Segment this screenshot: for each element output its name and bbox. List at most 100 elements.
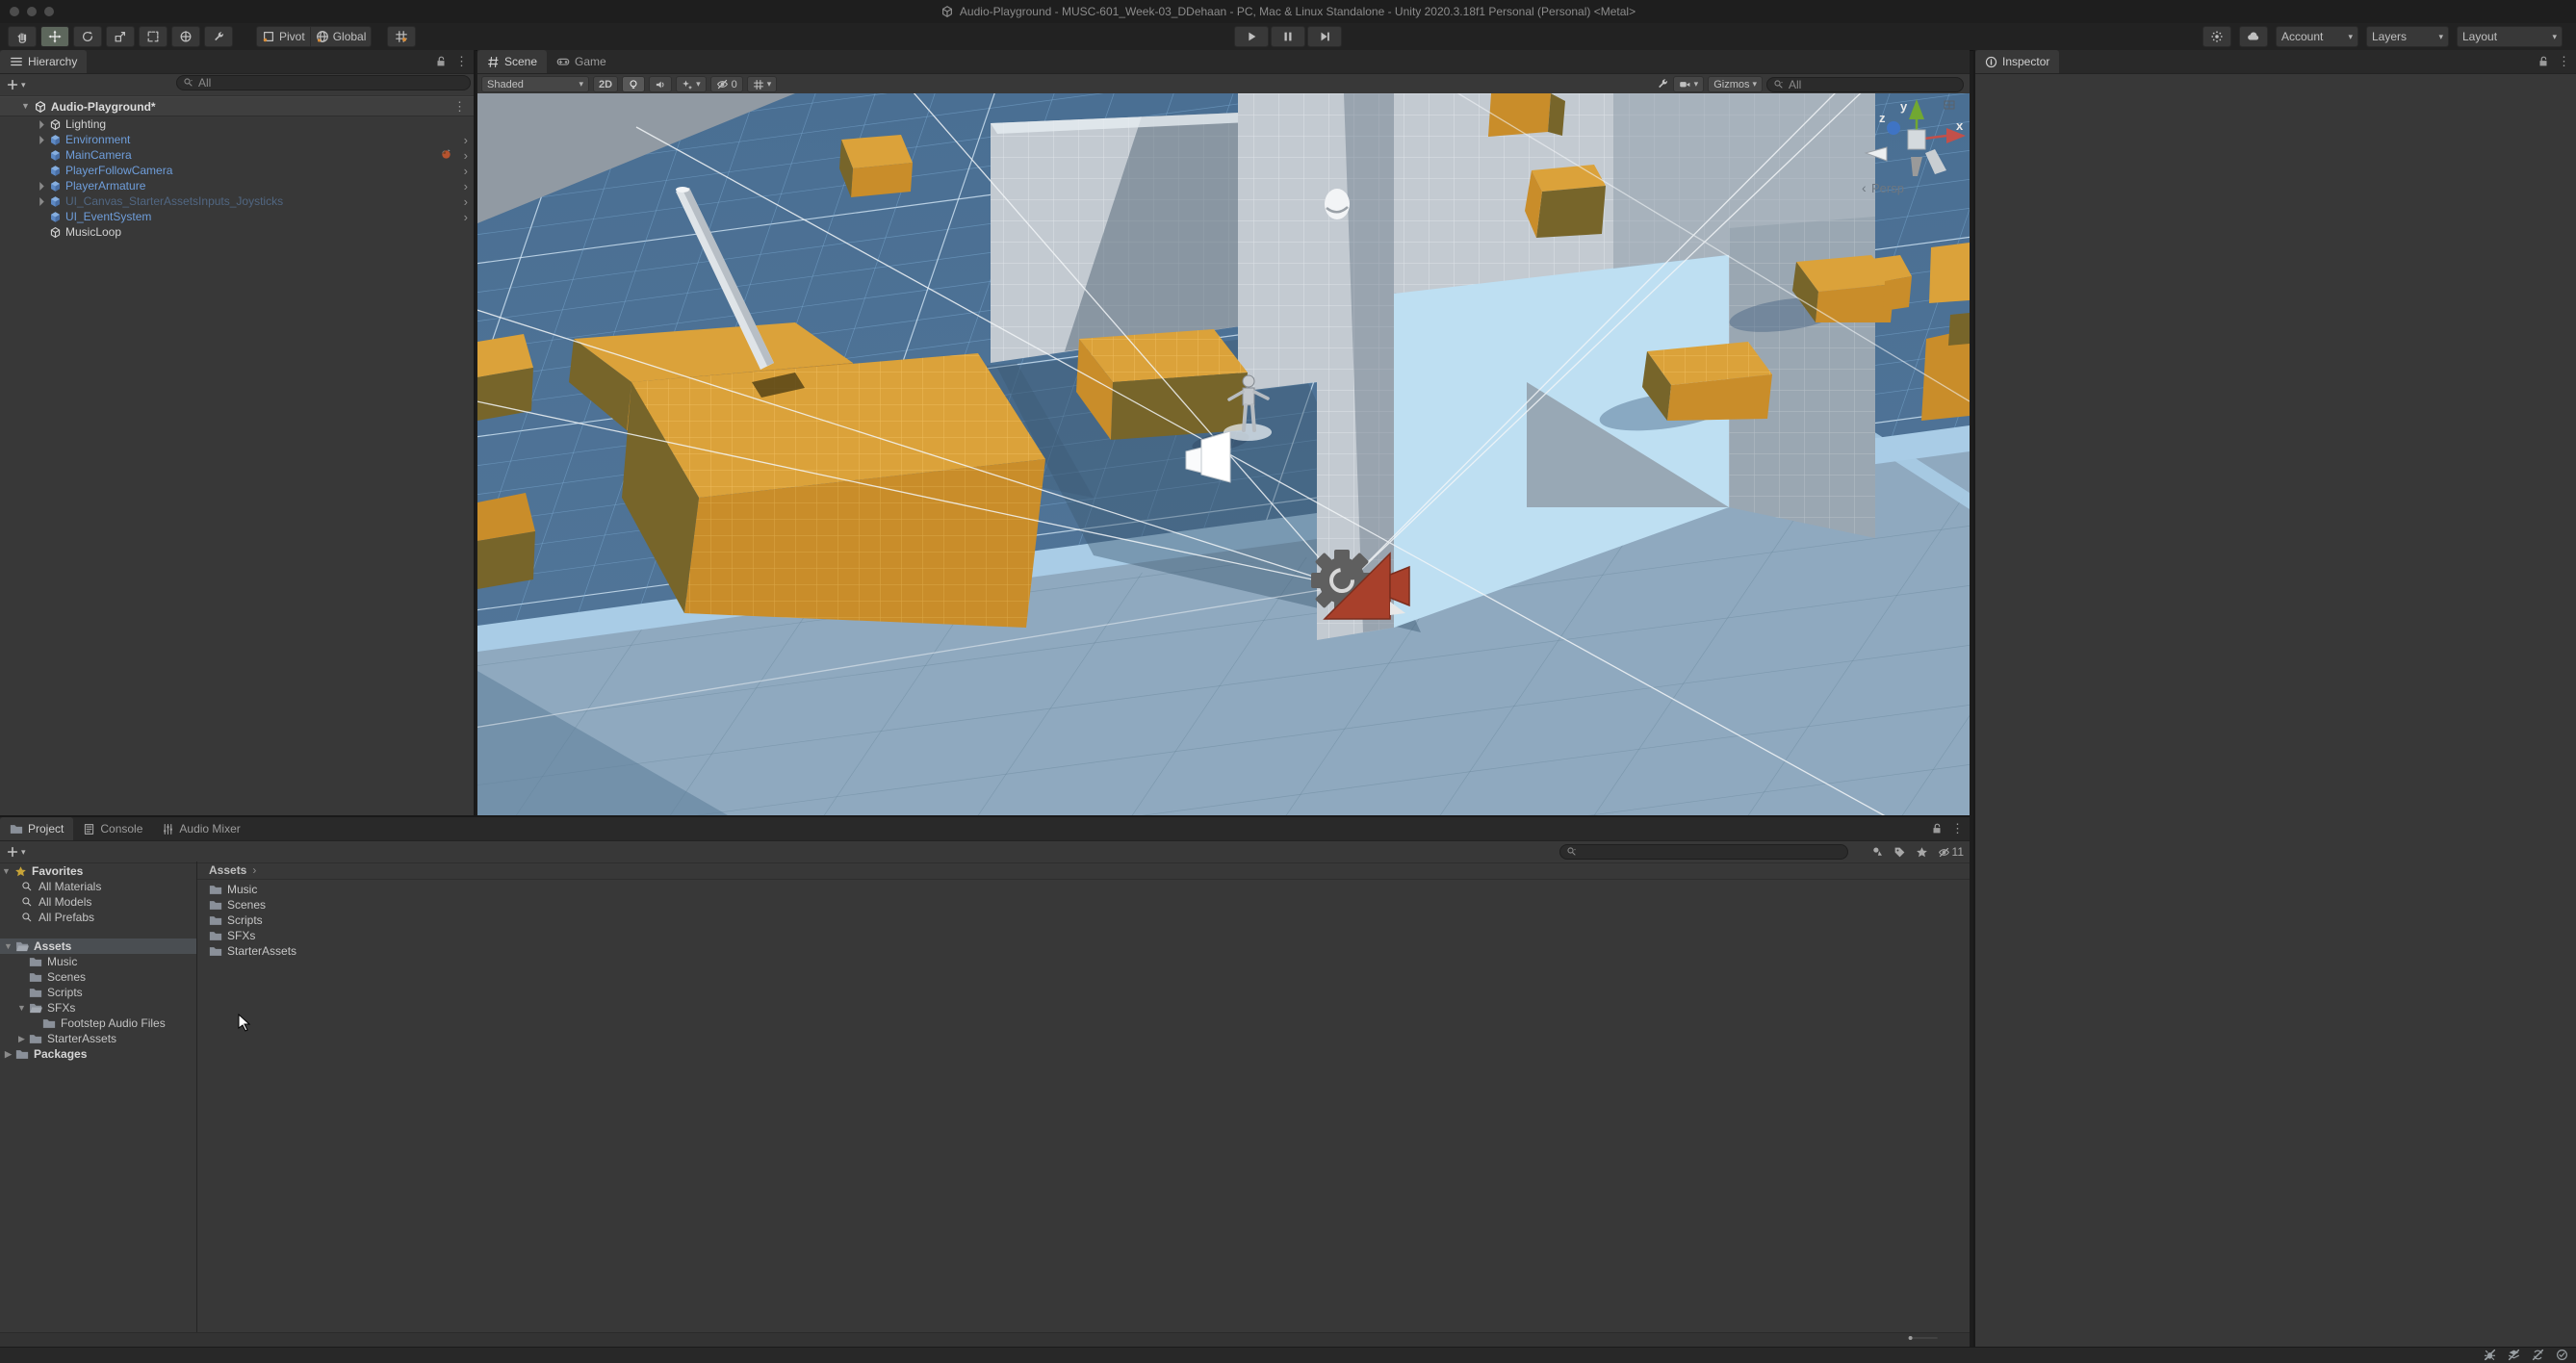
save-search-icon[interactable]: [1916, 846, 1928, 859]
asset-folder-music[interactable]: Music: [197, 882, 1970, 897]
scene-audio-button[interactable]: [649, 76, 672, 92]
hierarchy-item-environment[interactable]: Environment›: [0, 132, 474, 147]
open-prefab-arrow-icon[interactable]: ›: [464, 164, 468, 178]
lock-icon[interactable]: [434, 55, 448, 68]
tab-project[interactable]: Project: [0, 817, 73, 840]
create-object-button[interactable]: [6, 78, 19, 91]
pivot-toggle-button[interactable]: Pivot: [256, 26, 311, 47]
hierarchy-item-playerarmature[interactable]: PlayerArmature›: [0, 178, 474, 193]
scene-search-field[interactable]: All: [1766, 77, 1964, 92]
2d-toggle-button[interactable]: 2D: [593, 76, 618, 92]
panel-menu-icon[interactable]: ⋮: [455, 54, 468, 69]
tab-scene[interactable]: Scene: [477, 50, 547, 73]
rotate-tool-button[interactable]: [73, 26, 102, 47]
auto-refresh-disabled-icon[interactable]: [2532, 1349, 2544, 1361]
hierarchy-item-lighting[interactable]: Lighting: [0, 116, 474, 132]
scene-visibility-button[interactable]: 0: [710, 76, 743, 92]
open-prefab-arrow-icon[interactable]: ›: [464, 179, 468, 193]
component-tools-icon[interactable]: [1657, 78, 1669, 90]
foldout-icon[interactable]: ▼: [15, 1003, 28, 1013]
scene-effects-button[interactable]: ▾: [676, 76, 707, 92]
tab-hierarchy[interactable]: Hierarchy: [0, 50, 87, 73]
scene-lighting-button[interactable]: [622, 76, 645, 92]
tree-item-footstep-audio-files[interactable]: Footstep Audio Files: [0, 1016, 196, 1031]
tree-item-packages[interactable]: ▶Packages: [0, 1046, 196, 1062]
cloud-collab-button[interactable]: [2239, 26, 2268, 47]
favorite-all-materials[interactable]: All Materials: [0, 879, 196, 894]
grid-snapping-button[interactable]: [387, 26, 416, 47]
orange-box[interactable]: [1488, 93, 1565, 137]
expander-icon[interactable]: [35, 120, 48, 129]
collab-disabled-icon[interactable]: [2508, 1349, 2520, 1361]
hierarchy-item-ui-canvas-starterassetsinputs-joysticks[interactable]: UI_Canvas_StarterAssetsInputs_Joysticks›: [0, 193, 474, 209]
grid-visibility-button[interactable]: ▾: [747, 76, 778, 92]
favorite-all-models[interactable]: All Models: [0, 894, 196, 910]
sphere-gizmo[interactable]: [1325, 189, 1350, 219]
foldout-icon[interactable]: ▶: [15, 1034, 28, 1044]
breadcrumb[interactable]: Assets ›: [197, 862, 1970, 880]
panel-menu-icon[interactable]: ⋮: [2558, 54, 2570, 69]
create-asset-button[interactable]: [6, 845, 19, 859]
hierarchy-item-ui-eventsystem[interactable]: UI_EventSystem›: [0, 209, 474, 224]
gizmos-dropdown[interactable]: Gizmos▾: [1708, 76, 1763, 92]
debugger-disabled-icon[interactable]: [2484, 1349, 2496, 1361]
hierarchy-search-field[interactable]: All: [176, 75, 471, 90]
tree-item-sfxs[interactable]: ▼SFXs: [0, 1000, 196, 1016]
tree-item-music[interactable]: Music: [0, 954, 196, 969]
tab-inspector[interactable]: Inspector: [1975, 50, 2059, 73]
tree-item-assets[interactable]: ▼Assets: [0, 939, 196, 954]
foldout-icon[interactable]: ▶: [2, 1049, 14, 1060]
layout-dropdown[interactable]: Layout▾: [2457, 26, 2563, 47]
scale-tool-button[interactable]: [106, 26, 135, 47]
window-controls[interactable]: [10, 7, 54, 16]
expander-icon[interactable]: [35, 197, 48, 206]
orange-box[interactable]: [839, 135, 913, 197]
pause-button[interactable]: [1271, 26, 1305, 47]
open-prefab-arrow-icon[interactable]: ›: [464, 148, 468, 163]
project-content-area[interactable]: Assets › MusicScenesScriptsSFXsStarterAs…: [197, 862, 1970, 1333]
hierarchy-item-playerfollowcamera[interactable]: PlayerFollowCamera›: [0, 163, 474, 178]
favorites-root[interactable]: ▼ Favorites: [0, 863, 196, 879]
lock-icon[interactable]: [1930, 822, 1944, 836]
foldout-open-icon[interactable]: ▼: [21, 102, 30, 111]
hidden-packages-toggle[interactable]: 11: [1938, 845, 1964, 859]
tab-game[interactable]: Game: [547, 50, 616, 73]
scene-row-audio-playground[interactable]: ▼ Audio-Playground* ⋮: [0, 96, 474, 116]
camera-settings-dropdown[interactable]: ▾: [1673, 76, 1705, 92]
chevron-down-icon[interactable]: ▾: [21, 848, 26, 857]
tab-audio-mixer[interactable]: Audio Mixer: [152, 817, 249, 840]
open-prefab-arrow-icon[interactable]: ›: [464, 133, 468, 147]
search-by-type-icon[interactable]: [1871, 846, 1884, 859]
open-prefab-arrow-icon[interactable]: ›: [464, 210, 468, 224]
progress-ok-icon[interactable]: [2556, 1349, 2568, 1361]
lock-icon[interactable]: [2537, 55, 2550, 68]
progress-status-button[interactable]: [2202, 26, 2231, 47]
asset-folder-scenes[interactable]: Scenes: [197, 897, 1970, 913]
icon-size-slider[interactable]: [1883, 1336, 1962, 1340]
asset-folder-scripts[interactable]: Scripts: [197, 913, 1970, 928]
view-tool-button[interactable]: [8, 26, 37, 47]
tree-item-scripts[interactable]: Scripts: [0, 985, 196, 1000]
open-prefab-arrow-icon[interactable]: ›: [464, 194, 468, 209]
scene-viewport[interactable]: y x z ‹ Persp: [477, 93, 1970, 815]
play-button[interactable]: [1234, 26, 1269, 47]
search-by-label-icon[interactable]: [1893, 846, 1906, 859]
layers-dropdown[interactable]: Layers▾: [2366, 26, 2449, 47]
tree-item-starterassets[interactable]: ▶StarterAssets: [0, 1031, 196, 1046]
foldout-icon[interactable]: ▼: [2, 941, 14, 951]
tree-item-scenes[interactable]: Scenes: [0, 969, 196, 985]
chevron-down-icon[interactable]: ▾: [21, 81, 26, 90]
asset-folder-sfxs[interactable]: SFXs: [197, 928, 1970, 943]
hierarchy-item-musicloop[interactable]: MusicLoop: [0, 224, 474, 240]
step-button[interactable]: [1307, 26, 1342, 47]
transform-tool-button[interactable]: [171, 26, 200, 47]
tab-console[interactable]: Console: [73, 817, 152, 840]
move-tool-button[interactable]: [40, 26, 69, 47]
favorite-all-prefabs[interactable]: All Prefabs: [0, 910, 196, 925]
custom-editor-tool-button[interactable]: [204, 26, 233, 47]
scene-menu-icon[interactable]: ⋮: [453, 99, 466, 115]
project-search-field[interactable]: [1559, 844, 1848, 860]
account-dropdown[interactable]: Account▾: [2276, 26, 2358, 47]
global-toggle-button[interactable]: Global: [311, 26, 373, 47]
panel-menu-icon[interactable]: ⋮: [1951, 821, 1964, 836]
